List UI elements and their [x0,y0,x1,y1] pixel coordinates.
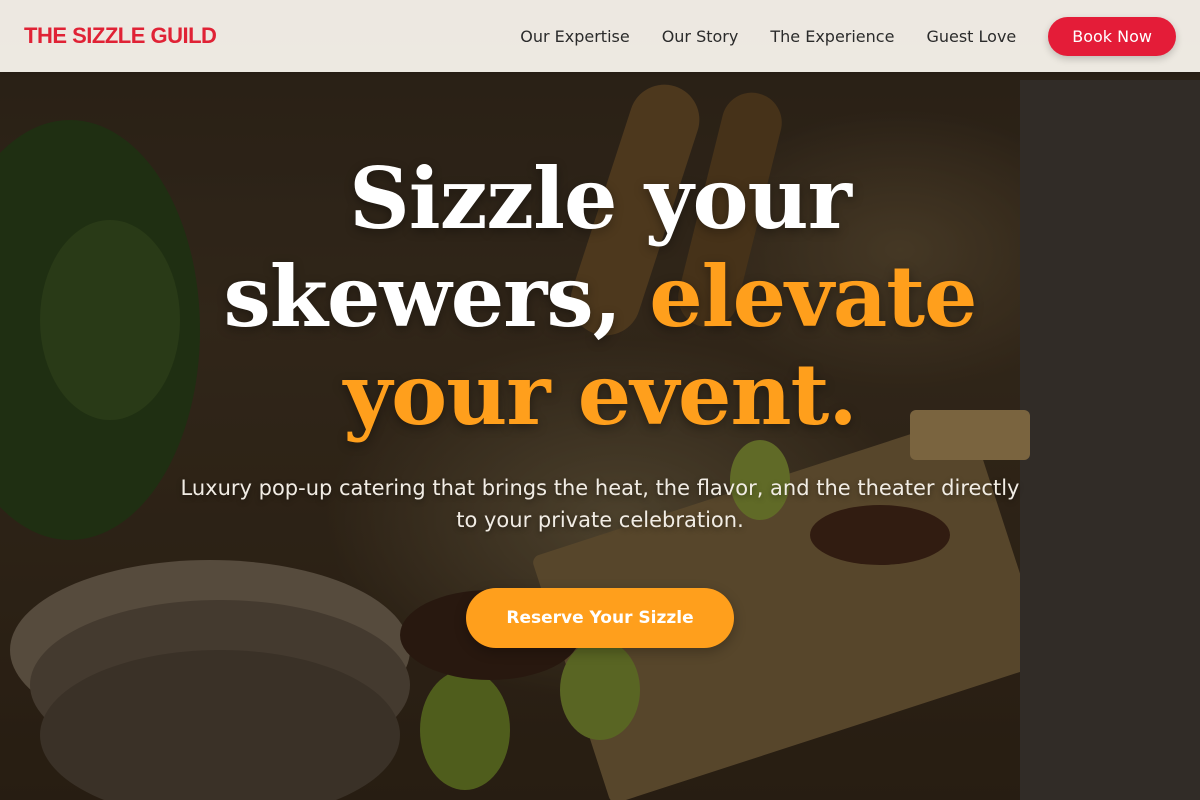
site-header: THE SIZZLE GUILD Our Expertise Our Story… [0,0,1200,72]
headline-line-3-accent: your event. [343,345,857,444]
hero-headline: Sizzle your skewers, elevate your event. [0,150,1200,444]
nav-link-the-experience[interactable]: The Experience [770,27,894,46]
nav-link-our-story[interactable]: Our Story [662,27,739,46]
hero-section: Sizzle your skewers, elevate your event.… [0,150,1200,648]
headline-line-1: Sizzle your [349,149,852,248]
nav-link-guest-love[interactable]: Guest Love [926,27,1016,46]
hero-subtitle: Luxury pop-up catering that brings the h… [180,476,1020,532]
main-nav: Our Expertise Our Story The Experience G… [488,16,1176,56]
nav-link-our-expertise[interactable]: Our Expertise [520,27,629,46]
book-now-button[interactable]: Book Now [1048,16,1176,56]
headline-line-2-accent: elevate [649,247,977,346]
brand-logo[interactable]: THE SIZZLE GUILD [24,23,217,49]
reserve-your-sizzle-button[interactable]: Reserve Your Sizzle [466,588,734,648]
headline-line-2-plain: skewers, [223,247,621,346]
